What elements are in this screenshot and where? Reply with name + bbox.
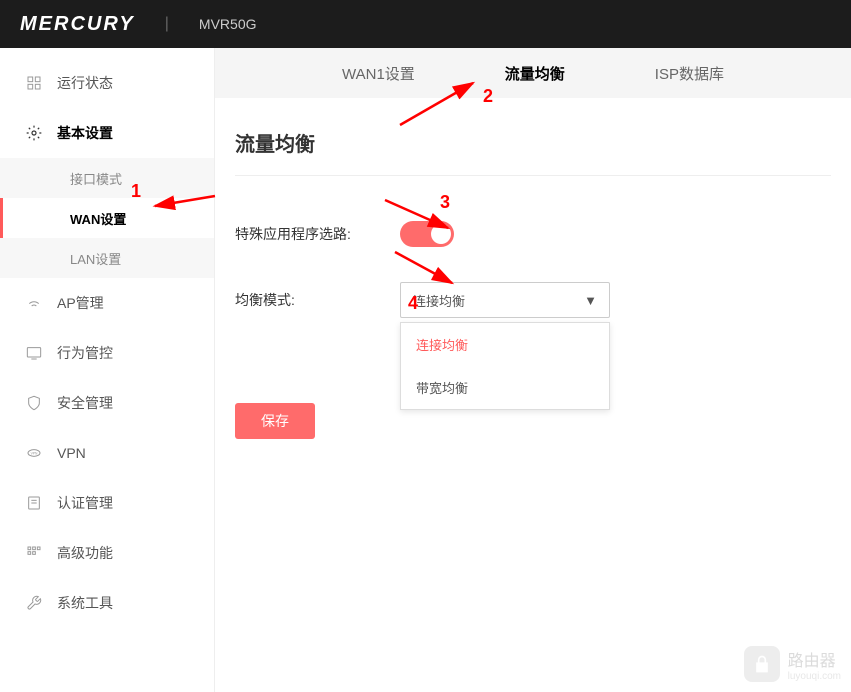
watermark: 路由器 luyouqi.com: [744, 646, 841, 682]
monitor-icon: [25, 344, 43, 362]
nav-label: 基本设置: [57, 123, 113, 143]
nav-ap-management[interactable]: AP管理: [0, 278, 214, 328]
shield-icon: [25, 394, 43, 412]
dashboard-icon: [25, 74, 43, 92]
sidebar: 运行状态 基本设置 接口模式 WAN设置 LAN设置 AP管理 行为管控 安全管…: [0, 48, 215, 692]
auth-icon: [25, 494, 43, 512]
nav-label: VPN: [57, 445, 86, 461]
nav-behavior-control[interactable]: 行为管控: [0, 328, 214, 378]
nav-label: 运行状态: [57, 73, 113, 93]
advanced-icon: [25, 544, 43, 562]
vpn-icon: VPN: [25, 444, 43, 462]
nav-status[interactable]: 运行状态: [0, 58, 214, 108]
tab-wan1[interactable]: WAN1设置: [337, 63, 420, 84]
brand-logo: MERCURY: [20, 13, 135, 36]
watermark-title: 路由器: [788, 647, 841, 671]
nav-label: 高级功能: [57, 543, 113, 563]
nav-basic-settings[interactable]: 基本设置: [0, 108, 214, 158]
nav-system-tools[interactable]: 系统工具: [0, 578, 214, 628]
dropdown-option-connection[interactable]: 连接均衡: [401, 323, 609, 366]
watermark-lock-icon: [744, 646, 780, 682]
row-balance-mode: 均衡模式: 连接均衡 ▼ 连接均衡 带宽均衡: [235, 282, 831, 318]
tab-traffic-balance[interactable]: 流量均衡: [500, 63, 570, 84]
tabs-bar: WAN1设置 流量均衡 ISP数据库: [215, 48, 851, 98]
dropdown-option-bandwidth[interactable]: 带宽均衡: [401, 366, 609, 409]
nav-vpn[interactable]: VPN VPN: [0, 428, 214, 478]
sub-interface-mode[interactable]: 接口模式: [0, 158, 214, 198]
gear-icon: [25, 124, 43, 142]
save-button[interactable]: 保存: [235, 403, 315, 439]
row-special-routing: 特殊应用程序选路:: [235, 221, 831, 247]
balance-mode-select[interactable]: 连接均衡 ▼: [400, 282, 610, 318]
svg-text:VPN: VPN: [31, 451, 38, 455]
nav-security[interactable]: 安全管理: [0, 378, 214, 428]
tab-isp-database[interactable]: ISP数据库: [650, 63, 729, 84]
chevron-down-icon: ▼: [584, 293, 597, 308]
sub-items: 接口模式 WAN设置 LAN设置: [0, 158, 214, 278]
main-content: WAN1设置 流量均衡 ISP数据库 流量均衡 特殊应用程序选路: 均衡模式: …: [215, 48, 851, 692]
balance-mode-dropdown: 连接均衡 带宽均衡: [400, 322, 610, 410]
special-routing-label: 特殊应用程序选路:: [235, 224, 400, 244]
watermark-sub: luyouqi.com: [788, 671, 841, 682]
wifi-icon: [25, 294, 43, 312]
nav-label: 系统工具: [57, 593, 113, 613]
nav-advanced[interactable]: 高级功能: [0, 528, 214, 578]
tools-icon: [25, 594, 43, 612]
nav-label: 行为管控: [57, 343, 113, 363]
header-bar: MERCURY | MVR50G: [0, 0, 851, 48]
nav-auth[interactable]: 认证管理: [0, 478, 214, 528]
special-routing-toggle[interactable]: [400, 221, 454, 247]
model-name: MVR50G: [199, 16, 257, 32]
sub-lan-settings[interactable]: LAN设置: [0, 238, 214, 278]
sub-wan-settings[interactable]: WAN设置: [0, 198, 214, 238]
header-divider: |: [165, 15, 169, 33]
nav-label: 安全管理: [57, 393, 113, 413]
nav-label: 认证管理: [57, 493, 113, 513]
page-title: 流量均衡: [235, 128, 831, 176]
nav-label: AP管理: [57, 293, 104, 313]
select-value: 连接均衡: [413, 291, 465, 310]
content-area: 流量均衡 特殊应用程序选路: 均衡模式: 连接均衡 ▼ 连接均衡 带宽均衡: [215, 98, 851, 692]
balance-mode-label: 均衡模式:: [235, 290, 400, 310]
